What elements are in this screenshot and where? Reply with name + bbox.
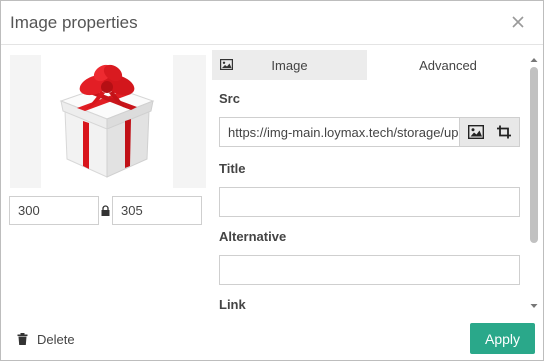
scroll-down-icon[interactable] — [530, 303, 538, 309]
tab-advanced-label: Advanced — [419, 58, 477, 73]
height-input[interactable]: 305 — [112, 196, 202, 225]
title-label: Title — [219, 161, 246, 176]
image-preview-canvas — [41, 55, 173, 188]
image-browse-icon[interactable] — [468, 125, 484, 139]
title-input[interactable] — [219, 187, 520, 217]
image-preview — [10, 55, 206, 188]
gift-box-image — [59, 64, 155, 178]
alternative-input[interactable] — [219, 255, 520, 285]
image-properties-dialog: Image properties 300 305 Image Advanced … — [0, 0, 544, 361]
tab-image-label: Image — [271, 58, 308, 73]
crop-icon[interactable] — [496, 125, 512, 139]
scrollbar-thumb[interactable] — [530, 67, 538, 243]
tab-image[interactable]: Image — [212, 50, 367, 80]
src-input[interactable]: https://img-main.loymax.tech/storage/up — [219, 117, 460, 147]
apply-button[interactable]: Apply — [470, 323, 535, 354]
delete-label: Delete — [37, 332, 75, 347]
dialog-header: Image properties — [1, 1, 543, 45]
close-icon[interactable] — [509, 13, 527, 31]
link-label: Link — [219, 297, 246, 312]
image-icon — [220, 59, 233, 70]
dialog-title: Image properties — [10, 13, 138, 32]
src-label: Src — [219, 91, 240, 106]
tab-advanced[interactable]: Advanced — [367, 50, 529, 80]
lock-icon[interactable] — [101, 205, 110, 216]
scroll-up-icon[interactable] — [530, 57, 538, 63]
alternative-label: Alternative — [219, 229, 287, 244]
trash-icon — [17, 333, 28, 345]
src-button-group — [459, 117, 520, 147]
width-input[interactable]: 300 — [9, 196, 99, 225]
